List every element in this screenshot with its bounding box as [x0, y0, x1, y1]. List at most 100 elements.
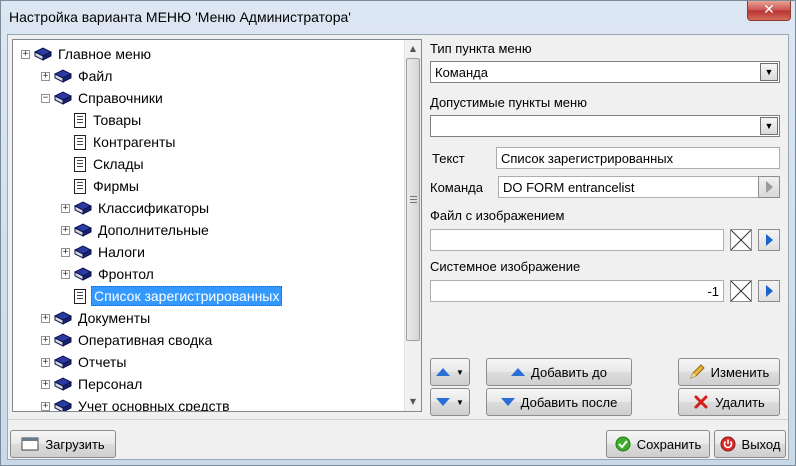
system-image-browse-button[interactable]	[758, 280, 780, 302]
tree-item-label: Склады	[93, 156, 144, 172]
tree-item-label: Товары	[93, 112, 142, 128]
book-icon	[54, 68, 72, 83]
expand-icon[interactable]: +	[61, 247, 70, 257]
edit-label: Изменить	[710, 364, 770, 380]
command-input-value: DO FORM entrancelist	[503, 180, 635, 195]
text-input[interactable]: Список зарегистрированных	[496, 147, 780, 169]
expand-icon[interactable]: +	[41, 313, 50, 323]
settings-window: Настройка варианта МЕНЮ 'Меню Администра…	[0, 0, 796, 466]
book-icon	[74, 244, 92, 259]
book-icon	[34, 46, 52, 61]
play-icon	[765, 285, 773, 297]
exit-button[interactable]: Выход	[714, 430, 786, 458]
system-image-input[interactable]: -1	[430, 280, 724, 302]
tree-item[interactable]: + Дополнительные	[61, 220, 211, 240]
power-icon	[720, 436, 736, 452]
tree-item[interactable]: + Оперативная сводка	[41, 330, 214, 350]
tree-item[interactable]: + Фронтол	[61, 264, 156, 284]
expand-icon[interactable]: +	[41, 357, 50, 367]
tree-item-label: Список зарегистрированных	[91, 286, 283, 306]
tree-item-label: Файл	[78, 68, 113, 84]
move-down-button[interactable]: ▼	[430, 388, 470, 416]
bottom-bar: Загрузить Сохранить Выход	[8, 419, 788, 459]
tree-item[interactable]: + Документы	[41, 308, 152, 328]
item-type-select[interactable]: Команда ▼	[430, 61, 780, 83]
delete-label: Удалить	[715, 394, 765, 410]
tree-item-label: Справочники	[78, 90, 163, 106]
tree-item[interactable]: + Налоги	[61, 242, 147, 262]
expand-icon[interactable]: +	[21, 49, 30, 59]
image-file-label: Файл с изображением	[430, 208, 565, 223]
image-file-browse-button[interactable]	[758, 229, 780, 251]
chevron-down-icon[interactable]: ▼	[760, 63, 778, 81]
command-input[interactable]: DO FORM entrancelist	[498, 176, 760, 198]
allowed-items-select[interactable]: ▼	[430, 115, 780, 137]
tree-item[interactable]: − Справочники	[41, 88, 165, 108]
expand-icon[interactable]: +	[61, 225, 70, 235]
expand-icon[interactable]: +	[41, 71, 50, 81]
edit-button[interactable]: Изменить	[678, 358, 780, 386]
move-up-button[interactable]: ▼	[430, 358, 470, 386]
load-label: Загрузить	[45, 436, 105, 452]
tree-item-label: Фронтол	[98, 266, 154, 282]
add-before-button[interactable]: Добавить до	[486, 358, 632, 386]
expand-icon[interactable]: +	[61, 203, 70, 213]
expand-icon[interactable]: +	[41, 401, 50, 411]
document-icon	[74, 178, 86, 194]
tree-item[interactable]: Склады	[61, 154, 146, 174]
item-type-value: Команда	[435, 65, 488, 80]
grip-icon	[410, 196, 417, 203]
empty-image-icon	[730, 229, 752, 251]
menu-tree[interactable]: ▲ ▼ + Главное меню + Файл − Справочники Товары…	[12, 39, 422, 412]
window-title: Настройка варианта МЕНЮ 'Меню Администра…	[9, 9, 351, 25]
dropdown-arrow-icon[interactable]: ▼	[456, 398, 464, 407]
text-label: Текст	[432, 151, 465, 166]
tree-scrollbar[interactable]: ▲ ▼	[404, 40, 421, 411]
scroll-down-arrow-icon[interactable]: ▼	[405, 393, 421, 410]
dropdown-arrow-icon[interactable]: ▼	[456, 368, 464, 377]
scroll-up-arrow-icon[interactable]: ▲	[405, 40, 421, 57]
expand-icon[interactable]: +	[41, 335, 50, 345]
tree-item[interactable]: + Учет основных средств	[41, 396, 232, 412]
document-icon	[74, 134, 86, 150]
load-button[interactable]: Загрузить	[10, 430, 116, 458]
collapse-icon[interactable]: −	[41, 93, 50, 103]
system-image-preview	[730, 280, 752, 302]
close-button[interactable]: ✕	[747, 1, 791, 21]
save-button[interactable]: Сохранить	[606, 430, 710, 458]
image-file-input[interactable]	[430, 229, 724, 251]
checkmark-icon	[615, 436, 631, 452]
title-bar: Настройка варианта МЕНЮ 'Меню Администра…	[1, 1, 795, 35]
book-icon	[54, 354, 72, 369]
scroll-thumb[interactable]	[406, 58, 420, 341]
arrow-up-icon	[511, 368, 526, 376]
tree-item-label: Учет основных средств	[78, 398, 230, 412]
tree-item-label: Дополнительные	[98, 222, 209, 238]
empty-image-icon	[730, 280, 752, 302]
delete-button[interactable]: Удалить	[678, 388, 780, 416]
expand-icon[interactable]: +	[61, 269, 70, 279]
arrow-down-icon	[436, 398, 451, 406]
arrow-down-icon	[500, 398, 515, 406]
add-after-button[interactable]: Добавить после	[486, 388, 632, 416]
delete-x-icon	[694, 395, 708, 409]
tree-item[interactable]: + Отчеты	[41, 352, 128, 372]
tree-item[interactable]: + Классификаторы	[61, 198, 211, 218]
play-icon	[765, 181, 773, 193]
document-icon	[74, 112, 86, 128]
tree-item[interactable]: + Главное меню	[21, 44, 153, 64]
play-icon	[765, 234, 773, 246]
document-icon	[74, 156, 86, 172]
document-icon	[74, 288, 86, 304]
chevron-down-icon[interactable]: ▼	[760, 117, 778, 135]
tree-item[interactable]: + Персонал	[41, 374, 144, 394]
tree-item[interactable]: Фирмы	[61, 176, 141, 196]
tree-item[interactable]: Контрагенты	[61, 132, 177, 152]
tree-item[interactable]: Товары	[61, 110, 143, 130]
book-icon	[54, 310, 72, 325]
command-picker-button[interactable]	[758, 176, 780, 198]
tree-item[interactable]: + Файл	[41, 66, 114, 86]
image-preview	[730, 229, 752, 251]
tree-item[interactable]: Список зарегистрированных	[61, 286, 283, 306]
expand-icon[interactable]: +	[41, 379, 50, 389]
